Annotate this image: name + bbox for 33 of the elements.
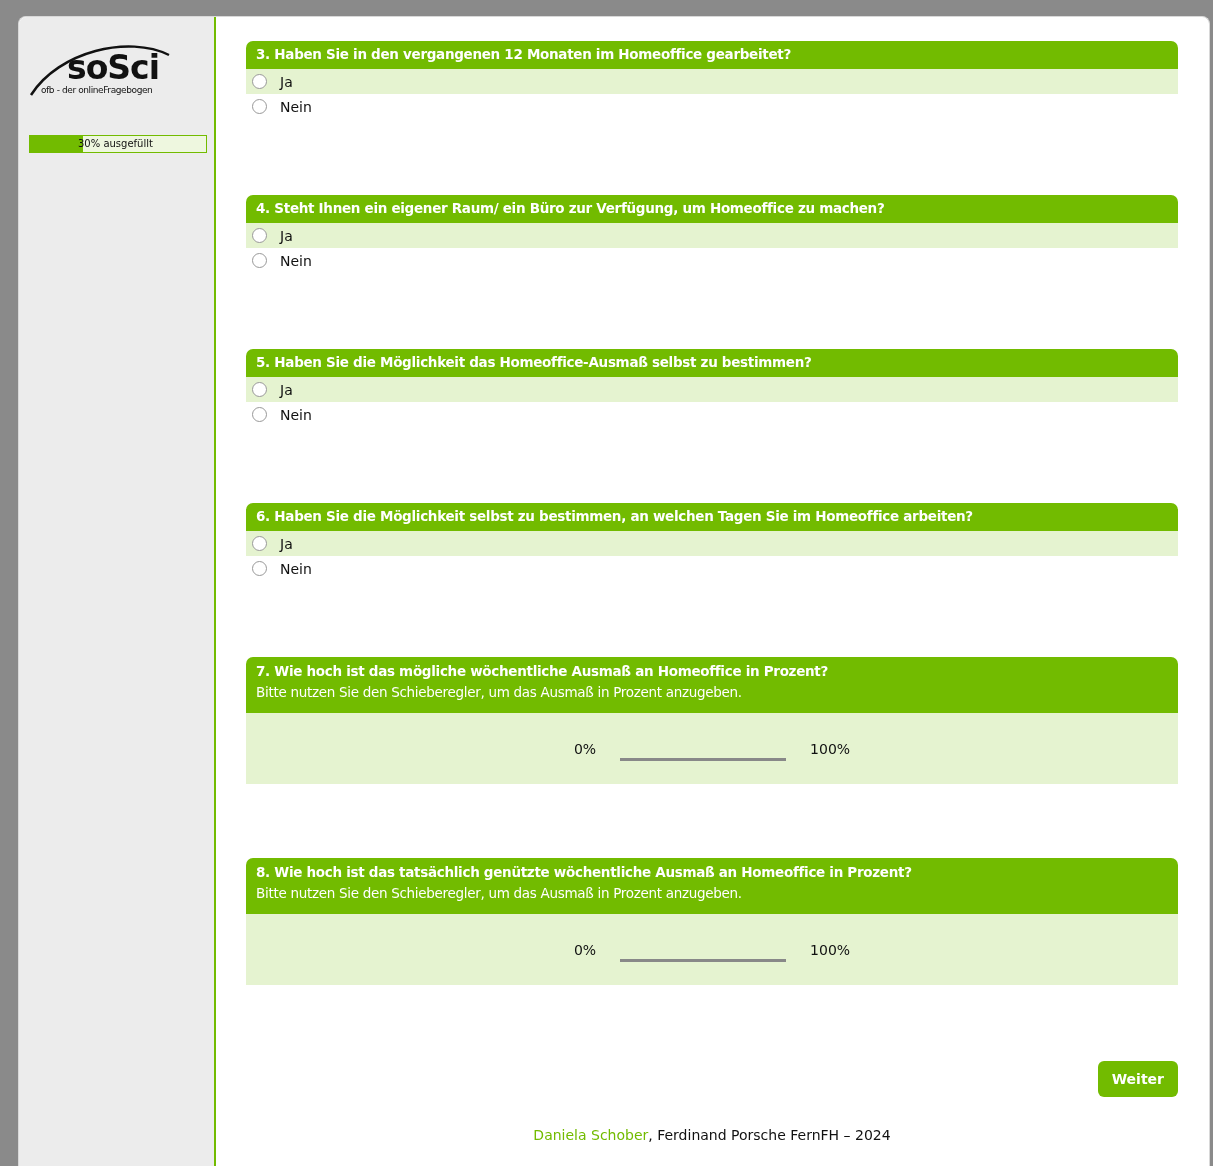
radio-button[interactable] [252, 99, 267, 114]
slider-track[interactable] [620, 959, 787, 962]
slider-min-label: 0% [573, 941, 597, 958]
answer-option[interactable]: Ja [246, 223, 1178, 248]
slider-max-label: 100% [810, 740, 851, 757]
answer-option[interactable]: Nein [246, 94, 1178, 119]
radio-button[interactable] [252, 74, 267, 89]
radio-button[interactable] [252, 536, 267, 551]
slider-min-label: 0% [573, 740, 597, 757]
question-hint: Bitte nutzen Sie den Schieberegler, um das Ausmaß in Prozent anzugeben. [256, 885, 743, 901]
logo-tagline: ofb - der onlineFragebogen [41, 85, 153, 95]
question-header: 3. Haben Sie in den vergangenen 12 Monaten im Homeoffice gearbeitet? [246, 41, 1178, 69]
radio-button[interactable] [252, 382, 267, 397]
answer-option[interactable]: Ja [246, 531, 1178, 556]
answer-option[interactable]: Nein [246, 248, 1178, 273]
answer-option[interactable]: Nein [246, 402, 1178, 427]
question-header: 4. Steht Ihnen ein eigener Raum/ ein Büro zur Verfügung, um Homeoffice zu machen? [246, 195, 1178, 223]
answer-option[interactable]: Nein [246, 556, 1178, 581]
slider-track[interactable] [620, 758, 787, 761]
question-header: 5. Haben Sie die Möglichkeit das Homeoffice-Ausmaß selbst zu bestimmen? [246, 349, 1178, 377]
radio-button[interactable] [252, 407, 267, 422]
slider-max-label: 100% [810, 941, 851, 958]
radio-button[interactable] [252, 561, 267, 576]
radio-button[interactable] [252, 253, 267, 268]
footer-text: Daniela Schober, Ferdinand Porsche FernFH – 2024 [532, 1127, 892, 1143]
answer-option[interactable]: Ja [246, 377, 1178, 402]
question-header: 6. Haben Sie die Möglichkeit selbst zu bestimmen, an welchen Tagen Sie im Homeoffice arbeiten? [246, 503, 1178, 531]
question-title: 7. Wie hoch ist das mögliche wöchentliche Ausmaß an Homeoffice in Prozent? [256, 663, 830, 679]
question-title: 8. Wie hoch ist das tatsächlich genützte wöchentliche Ausmaß an Homeoffice in Prozent? [256, 864, 913, 880]
logo-text: soSci [67, 51, 159, 84]
question-hint: Bitte nutzen Sie den Schieberegler, um das Ausmaß in Prozent anzugeben. [256, 684, 743, 700]
radio-button[interactable] [252, 228, 267, 243]
answer-option[interactable]: Ja [246, 69, 1178, 94]
